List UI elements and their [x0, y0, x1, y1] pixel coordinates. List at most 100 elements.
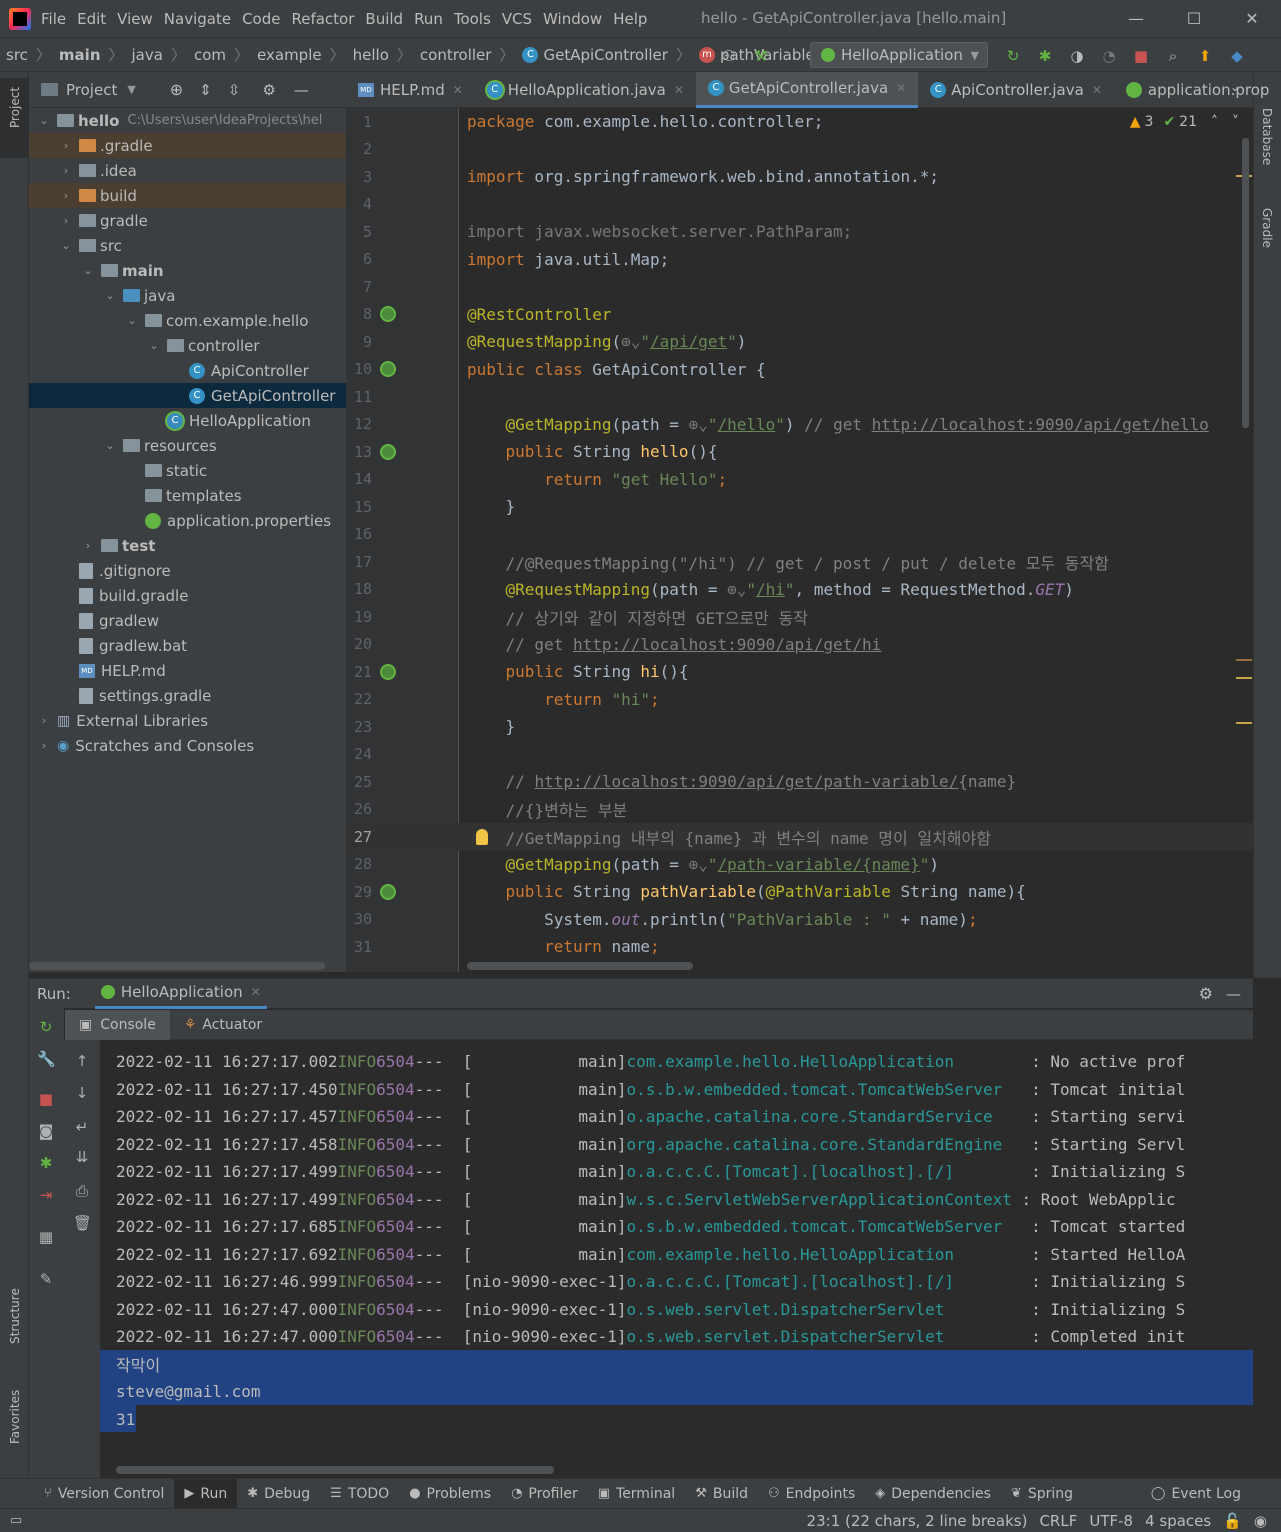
debug-icon[interactable]: ✱ [37, 1154, 55, 1172]
menu-edit[interactable]: Edit [77, 10, 106, 28]
code-line[interactable]: 18 @RequestMapping(path = ⊕⌄"/hi", metho… [346, 576, 1253, 604]
tree-item-com-example-hello[interactable]: ⌄ com.example.hello [29, 308, 346, 333]
debug-icon[interactable]: ✱ [1034, 46, 1056, 66]
tool-build[interactable]: ⚒ Build [685, 1479, 758, 1509]
tool-terminal[interactable]: ▣ Terminal [588, 1479, 685, 1509]
spring-bean-gutter-icon[interactable] [380, 883, 396, 900]
tool-run[interactable]: ▶ Run [174, 1478, 238, 1509]
rerun-icon[interactable]: ↻ [37, 1018, 55, 1036]
expand-all-icon[interactable]: ⇕ [199, 81, 212, 99]
code-line[interactable]: 15 } [346, 493, 1253, 521]
chevron-down-icon[interactable]: ⌄ [103, 289, 117, 302]
menu-tools[interactable]: Tools [454, 10, 491, 28]
tab-list-chevron-icon[interactable]: ⌄ [1230, 80, 1240, 94]
tree-item-getapicontroller[interactable]: C GetApiController [29, 383, 346, 408]
favorites-tool-button[interactable]: Favorites [8, 1390, 22, 1444]
code-line[interactable]: 4 [346, 191, 1253, 219]
tree-item-gradlew[interactable]: gradlew [29, 608, 346, 633]
coverage-icon[interactable]: ◑ [1066, 46, 1088, 66]
menu-navigate[interactable]: Navigate [164, 10, 231, 28]
inspection-widget[interactable]: ▲ 3 ✔ 21 ˄ ˅ [1130, 114, 1239, 130]
previous-highlight-icon[interactable]: ˄ [1211, 114, 1218, 130]
run-tab-helloapplication[interactable]: HelloApplication ✕ [94, 979, 267, 1009]
tool-windows-icon[interactable]: ▭ [10, 1513, 22, 1528]
scroll-to-end-icon[interactable]: ⇊ [73, 1148, 91, 1166]
code-line[interactable]: 8 @RestController [346, 301, 1253, 329]
event-log-button[interactable]: ◯ Event Log [1141, 1479, 1251, 1509]
tab-help-md[interactable]: MD HELP.md ✕ [346, 72, 475, 108]
git-branch-icon[interactable]: ◉ [1254, 1512, 1267, 1530]
chevron-down-icon[interactable]: ⌄ [147, 339, 161, 352]
spring-bean-gutter-icon[interactable] [380, 306, 396, 323]
code-line[interactable]: 21 public String hi(){ [346, 658, 1253, 686]
breadcrumb-item[interactable]: example 〉 [257, 44, 353, 65]
chevron-down-icon[interactable]: ⌄ [125, 314, 139, 327]
gear-icon[interactable]: ⚙ [262, 81, 275, 99]
error-stripe-mark[interactable] [1236, 659, 1252, 661]
tree-item-test[interactable]: › test [29, 533, 346, 558]
tool-debug[interactable]: ✱ Debug [237, 1479, 320, 1509]
tool-endpoints[interactable]: ⚇ Endpoints [758, 1479, 865, 1509]
menu-vcs[interactable]: VCS [502, 10, 532, 28]
chevron-down-icon[interactable]: ⌄ [103, 439, 117, 452]
tab-apicontroller-java[interactable]: C ApiController.java ✕ [918, 72, 1114, 108]
tree-item-static[interactable]: static [29, 458, 346, 483]
up-arrow-icon[interactable]: ↑ [73, 1052, 91, 1070]
tree-root[interactable]: ⌄ hello C:\Users\user\IdeaProjects\hel [29, 108, 346, 133]
stop-icon[interactable]: ■ [1130, 46, 1152, 66]
trash-icon[interactable]: 🗑 [73, 1214, 92, 1232]
code-line[interactable]: 7 [346, 273, 1253, 301]
database-tool-button[interactable]: Database [1260, 108, 1274, 165]
collapse-all-icon[interactable]: ⇳ [228, 81, 241, 99]
code-line[interactable]: 16 [346, 521, 1253, 549]
tab-console[interactable]: ▣ Console [65, 1009, 170, 1040]
console-output-line[interactable]: 31 [116, 1406, 135, 1434]
code-line[interactable]: 27 //GetMapping 내부의 {name} 과 변수의 name 명이… [346, 823, 1253, 851]
close-icon[interactable]: ✕ [896, 81, 906, 95]
spring-bean-gutter-icon[interactable] [380, 443, 396, 460]
tree-item-scratches-and-consoles[interactable]: › ◉ Scratches and Consoles [29, 733, 346, 758]
code-line[interactable]: 28 @GetMapping(path = ⊕⌄"/path-variable/… [346, 851, 1253, 879]
code-editor[interactable]: 1 package com.example.hello.controller; 2 3… [346, 108, 1253, 972]
close-icon[interactable]: ✕ [674, 83, 684, 97]
code-line[interactable]: 25 // http://localhost:9090/api/get/path… [346, 768, 1253, 796]
structure-tool-button[interactable]: Structure [8, 1288, 22, 1344]
chevron-down-icon[interactable]: ▼ [127, 83, 135, 96]
chevron-right-icon[interactable]: › [59, 189, 73, 202]
menu-help[interactable]: Help [613, 10, 647, 28]
code-line[interactable]: 14 return "get Hello"; [346, 466, 1253, 494]
project-horizontal-scrollbar[interactable] [29, 962, 325, 970]
line-separator[interactable]: CRLF [1039, 1512, 1077, 1530]
chevron-down-icon[interactable]: ⌄ [81, 264, 95, 277]
code-line[interactable]: 26 //{}변하는 부분 [346, 796, 1253, 824]
wrench-icon[interactable]: 🔧 [37, 1050, 56, 1068]
lock-icon[interactable]: 🔓 [1223, 1512, 1242, 1530]
breadcrumb-item[interactable]: src 〉 [6, 44, 59, 65]
tree-item--idea[interactable]: › .idea [29, 158, 346, 183]
code-line[interactable]: 19 // 상기와 같이 지정하면 GET으로만 동작 [346, 603, 1253, 631]
console-output-line[interactable]: steve@gmail.com [116, 1378, 261, 1406]
tree-item-templates[interactable]: templates [29, 483, 346, 508]
chevron-right-icon[interactable]: › [37, 739, 51, 752]
code-line[interactable]: 20 // get http://localhost:9090/api/get/… [346, 631, 1253, 659]
code-line[interactable]: 13 public String hello(){ [346, 438, 1253, 466]
soft-wrap-icon[interactable]: ↵ [73, 1118, 91, 1136]
vcs-user-icon[interactable]: ⚇ [718, 46, 740, 66]
tab-helloapplication-java[interactable]: C HelloApplication.java ✕ [475, 72, 696, 108]
menu-refactor[interactable]: Refactor [291, 10, 354, 28]
code-line[interactable]: 11 [346, 383, 1253, 411]
tree-item-java[interactable]: ⌄ java [29, 283, 346, 308]
breadcrumb-item[interactable]: main 〉 [59, 44, 132, 65]
tree-item-application-properties[interactable]: application.properties [29, 508, 346, 533]
chevron-right-icon[interactable]: › [81, 539, 95, 552]
code-line[interactable]: 31 return name; [346, 933, 1253, 961]
code-line[interactable]: 24 [346, 741, 1253, 769]
code-line[interactable]: 6 import java.util.Map; [346, 246, 1253, 274]
tree-item-gradlew-bat[interactable]: gradlew.bat [29, 633, 346, 658]
profile-icon[interactable]: ◔ [1098, 46, 1120, 66]
tree-item-controller[interactable]: ⌄ controller [29, 333, 346, 358]
close-icon[interactable]: ✕ [1092, 83, 1102, 97]
tree-item-build-gradle[interactable]: build.gradle [29, 583, 346, 608]
chevron-down-icon[interactable]: ⌄ [59, 239, 73, 252]
minimize-button[interactable]: — [1107, 0, 1165, 37]
